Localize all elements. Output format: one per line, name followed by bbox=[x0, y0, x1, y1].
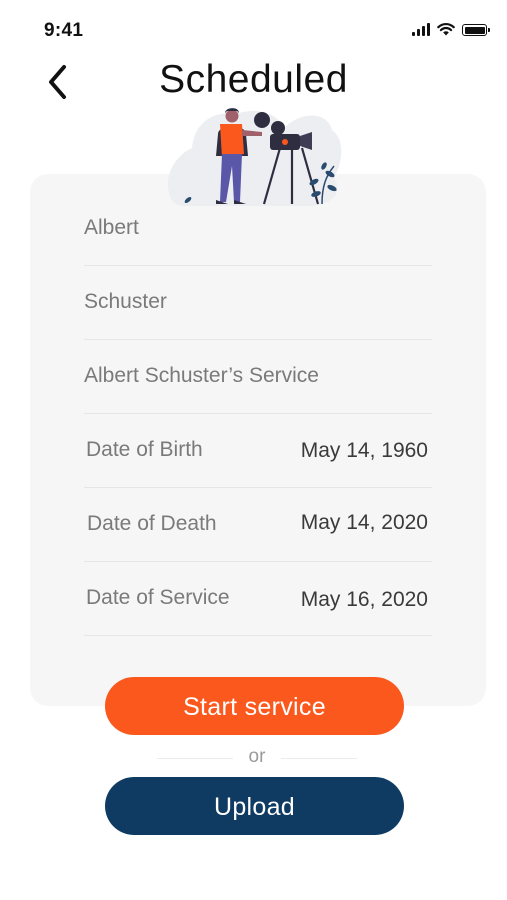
date-of-service-value: May 16, 2020 bbox=[300, 588, 428, 611]
or-label: or bbox=[248, 746, 266, 767]
date-of-birth-value: May 14, 1960 bbox=[300, 439, 428, 462]
first-name-value: Albert bbox=[84, 216, 139, 239]
date-of-death-label: Date of Death bbox=[87, 512, 217, 535]
or-divider: or bbox=[157, 746, 357, 770]
service-name-value: Albert Schuster’s Service bbox=[84, 364, 319, 387]
last-name-value: Schuster bbox=[84, 290, 167, 313]
divider-line-right bbox=[281, 758, 357, 759]
battery-icon bbox=[462, 24, 490, 36]
date-of-service-label: Date of Service bbox=[86, 586, 230, 609]
service-name-field[interactable]: Albert Schuster’s Service bbox=[84, 340, 432, 414]
status-icons bbox=[412, 22, 490, 36]
page-title: Scheduled bbox=[159, 58, 348, 101]
upload-button[interactable]: Upload bbox=[105, 777, 404, 835]
start-service-button[interactable]: Start service bbox=[105, 677, 404, 735]
status-time: 9:41 bbox=[44, 20, 84, 41]
date-of-birth-label: Date of Birth bbox=[86, 438, 203, 461]
status-bar: 9:41 bbox=[0, 0, 507, 56]
date-of-death-value: May 14, 2020 bbox=[300, 511, 428, 534]
first-name-field[interactable]: Albert bbox=[84, 192, 432, 266]
wifi-icon bbox=[437, 23, 455, 36]
date-of-death-row[interactable]: Date of Death May 14, 2020 bbox=[84, 488, 432, 562]
date-of-birth-row[interactable]: Date of Birth May 14, 1960 bbox=[84, 414, 432, 488]
last-name-field[interactable]: Schuster bbox=[84, 266, 432, 340]
cellular-signal-icon bbox=[412, 23, 430, 36]
date-of-service-row[interactable]: Date of Service May 16, 2020 bbox=[84, 562, 432, 636]
